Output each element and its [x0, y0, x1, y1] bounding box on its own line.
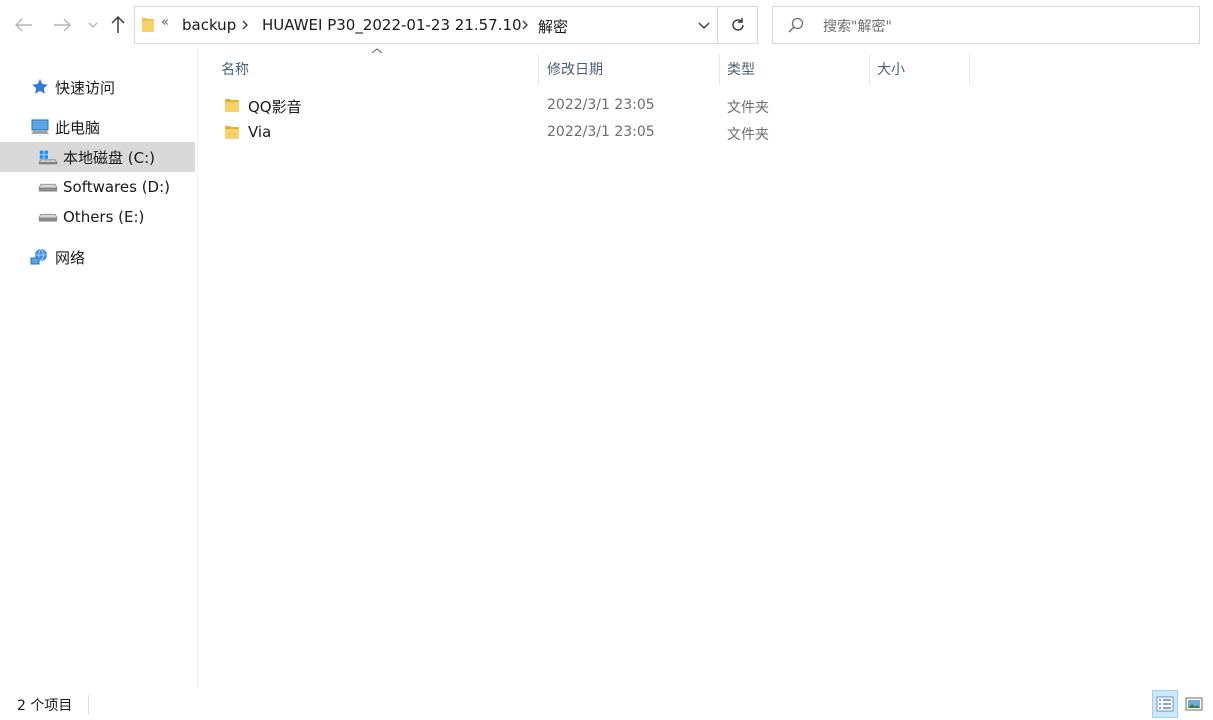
file-row[interactable]: QQ影音 2022/3/1 23:05 文件夹 — [218, 94, 978, 118]
column-header-size[interactable]: 大小 — [877, 54, 967, 84]
chevron-right-icon[interactable] — [242, 20, 248, 30]
pane-divider — [197, 48, 198, 688]
column-divider[interactable] — [719, 54, 720, 84]
sidebar-item-label: Softwares (D:) — [63, 178, 171, 196]
search-placeholder: 搜索"解密" — [823, 19, 892, 35]
chevron-right-icon[interactable] — [522, 20, 528, 30]
navigation-pane: 快速访问 此电脑 本地磁盘 (C:) Softwares (D:) Others… — [0, 48, 196, 688]
folder-icon — [225, 99, 239, 112]
folder-icon — [142, 18, 154, 32]
details-view-button[interactable] — [1152, 690, 1178, 718]
file-name: Via — [248, 123, 272, 141]
large-icons-view-icon — [1185, 697, 1203, 711]
column-header-name[interactable]: 名称 — [221, 54, 537, 84]
breadcrumb-overflow[interactable]: « — [161, 15, 169, 30]
refresh-icon — [732, 18, 744, 31]
column-header-date[interactable]: 修改日期 — [547, 54, 717, 84]
sidebar-item-drive-d[interactable]: Softwares (D:) — [0, 172, 195, 202]
chevron-down-icon — [88, 22, 98, 28]
up-button[interactable] — [106, 11, 130, 39]
network-icon — [30, 247, 50, 267]
status-divider — [88, 695, 89, 715]
status-item-count: 2 个项目 — [17, 698, 73, 714]
large-icons-view-button[interactable] — [1181, 690, 1207, 718]
sidebar-item-label: 本地磁盘 (C:) — [63, 148, 155, 167]
breadcrumb-huawei-p30[interactable]: HUAWEI P30_2022-01-23 21.57.10 — [262, 16, 522, 34]
details-view-icon — [1156, 696, 1174, 712]
file-name: QQ影音 — [248, 98, 302, 116]
sidebar-item-label: 此电脑 — [55, 118, 101, 137]
breadcrumb-current[interactable]: 解密 — [538, 16, 568, 37]
recent-locations-button[interactable] — [86, 11, 100, 39]
column-divider[interactable] — [969, 54, 970, 84]
file-type: 文件夹 — [727, 100, 769, 116]
computer-icon — [30, 117, 50, 137]
sidebar-item-network[interactable]: 网络 — [0, 242, 195, 272]
search-icon — [788, 17, 804, 33]
breadcrumb-backup[interactable]: backup — [182, 16, 236, 34]
sidebar-item-label: 快速访问 — [55, 78, 116, 97]
arrow-left-icon — [15, 18, 32, 32]
sidebar-item-drive-c[interactable]: 本地磁盘 (C:) — [0, 142, 195, 172]
column-divider[interactable] — [869, 54, 870, 84]
forward-button[interactable] — [50, 11, 74, 39]
sidebar-item-quick-access[interactable]: 快速访问 — [0, 72, 195, 102]
file-row[interactable]: Via 2022/3/1 23:05 文件夹 — [218, 121, 978, 145]
windows-drive-icon — [38, 147, 58, 167]
file-type: 文件夹 — [727, 127, 769, 143]
sidebar-item-drive-e[interactable]: Others (E:) — [0, 202, 195, 232]
chevron-down-icon — [698, 22, 710, 29]
address-history-button[interactable] — [689, 7, 719, 43]
refresh-button[interactable] — [718, 7, 758, 43]
drive-icon — [38, 177, 58, 197]
arrow-right-icon — [54, 18, 71, 32]
drive-icon — [38, 207, 58, 227]
sidebar-item-this-pc[interactable]: 此电脑 — [0, 112, 195, 142]
star-icon — [30, 77, 50, 97]
folder-icon — [225, 126, 239, 139]
column-divider[interactable] — [538, 54, 539, 84]
address-bar[interactable]: « backup HUAWEI P30_2022-01-23 21.57.10 … — [134, 6, 758, 44]
back-button[interactable] — [12, 11, 36, 39]
column-header-type[interactable]: 类型 — [727, 54, 867, 84]
arrow-up-icon — [111, 16, 125, 33]
file-date: 2022/3/1 23:05 — [547, 97, 655, 113]
file-date: 2022/3/1 23:05 — [547, 124, 655, 140]
search-input[interactable]: 搜索"解密" — [772, 6, 1200, 44]
sidebar-item-label: Others (E:) — [63, 208, 145, 226]
sidebar-item-label: 网络 — [55, 248, 86, 267]
